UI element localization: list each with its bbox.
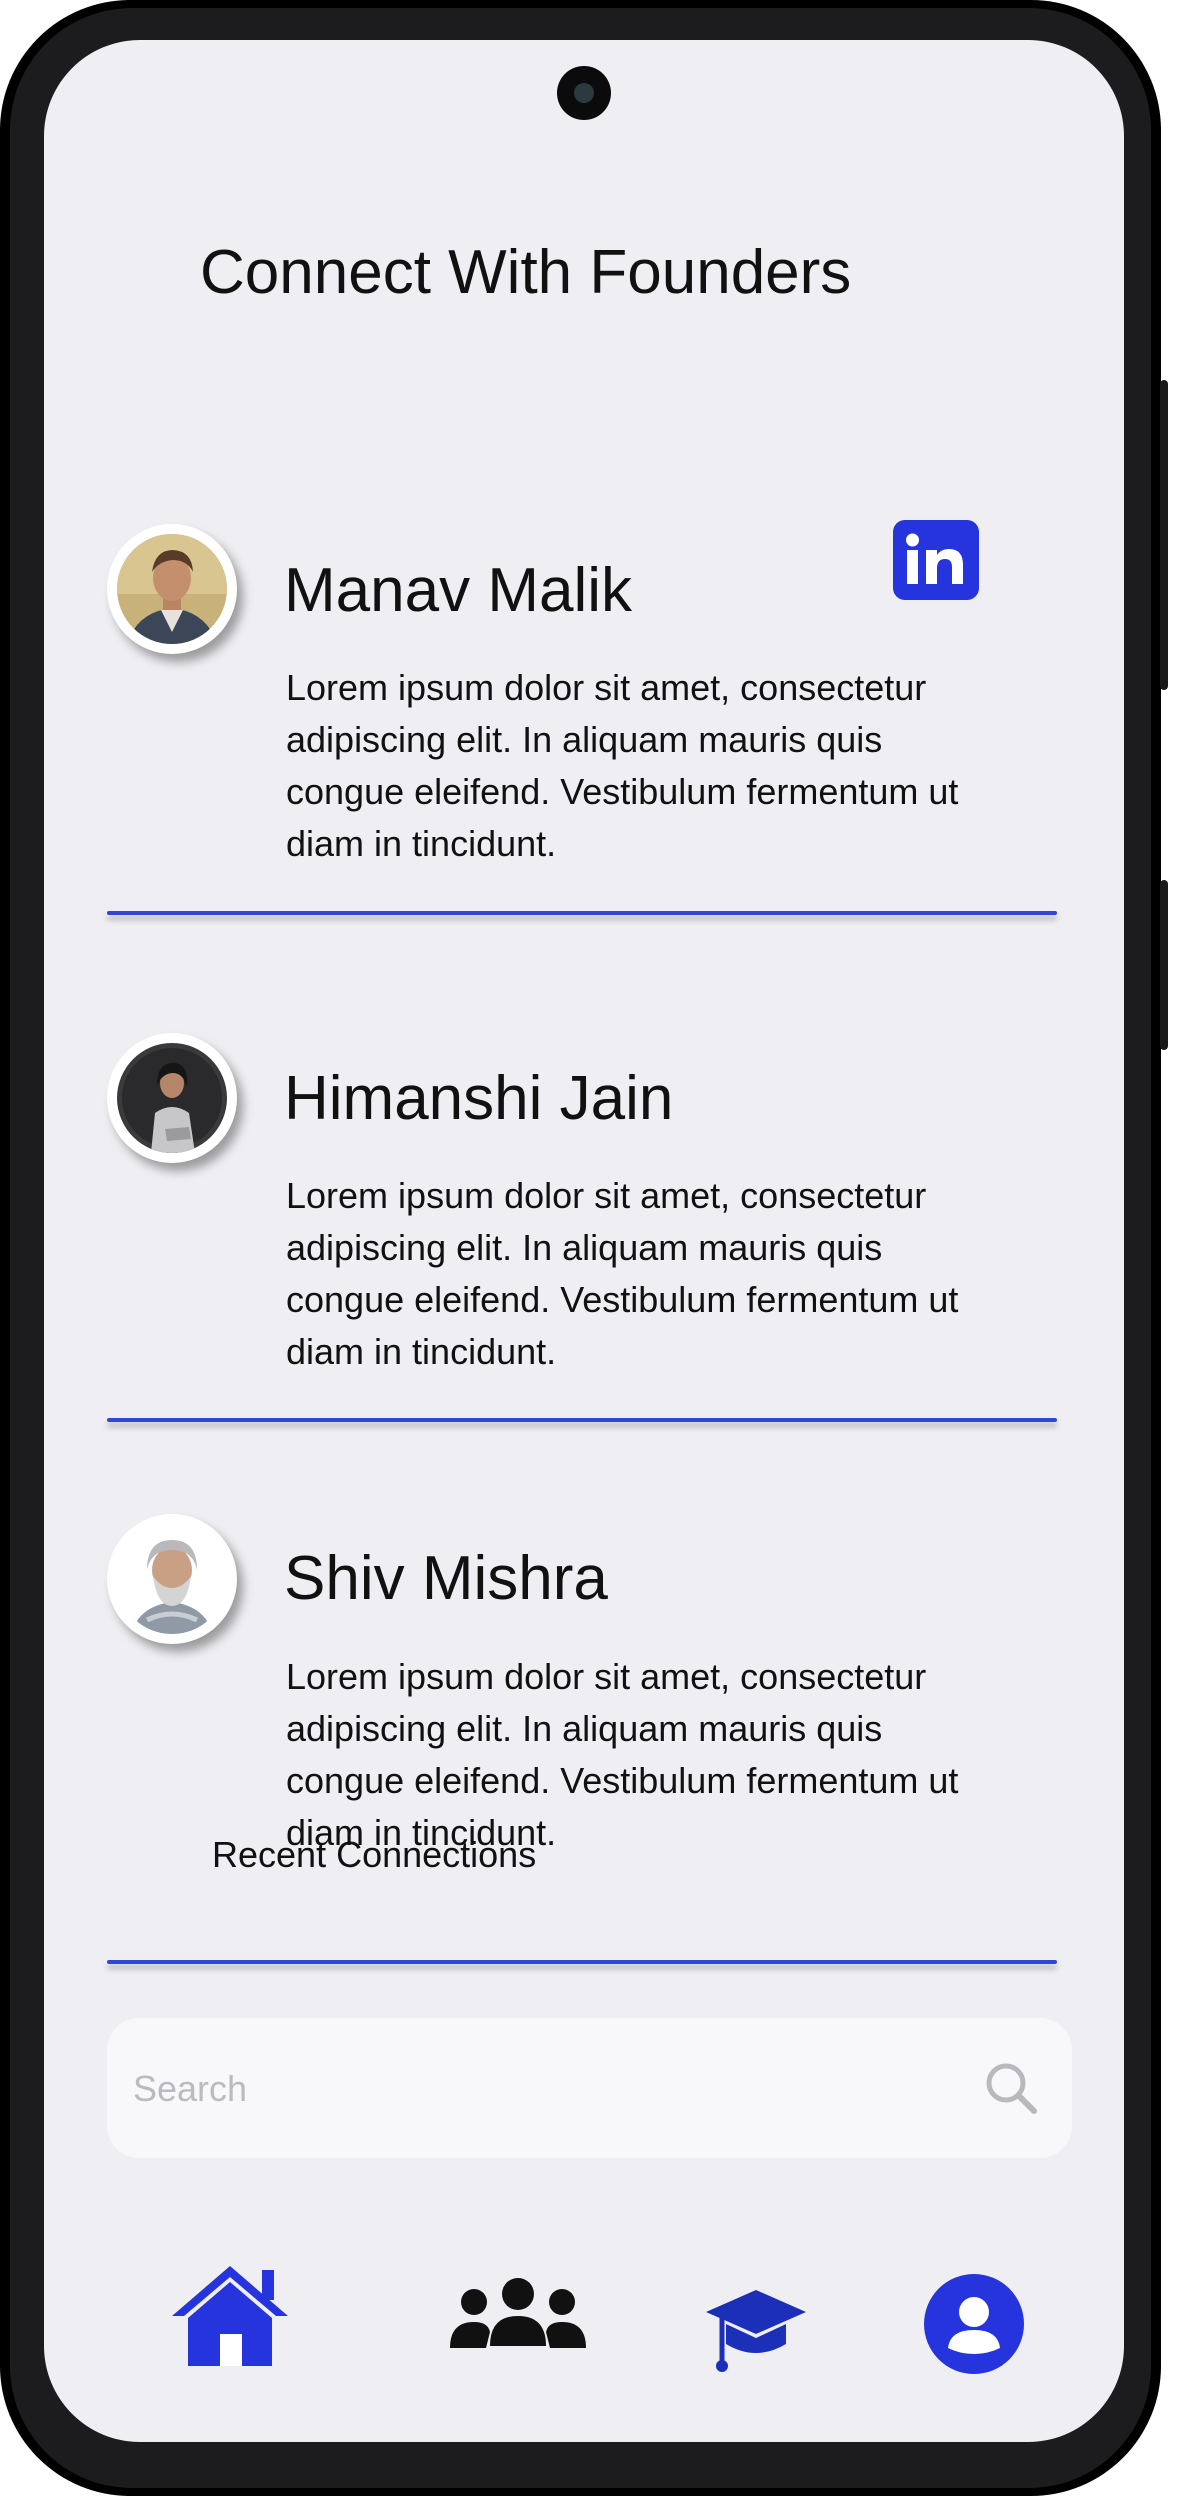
divider xyxy=(107,911,1057,915)
recent-connections-label: Recent Connections xyxy=(212,1834,537,1875)
home-icon xyxy=(172,2266,288,2366)
founder-photo-shiv xyxy=(117,1524,227,1634)
avatar[interactable] xyxy=(107,524,237,654)
search-bar xyxy=(107,2018,1072,2158)
founder-name: Shiv Mishra xyxy=(284,1544,608,1613)
divider xyxy=(107,1418,1057,1422)
search-input[interactable] xyxy=(131,2052,935,2126)
people-icon xyxy=(450,2278,586,2348)
avatar[interactable] xyxy=(107,1033,237,1163)
founder-photo-himanshi xyxy=(117,1043,227,1153)
nav-home[interactable] xyxy=(168,2260,292,2372)
graduation-cap-icon xyxy=(706,2290,806,2372)
founder-name: Manav Malik xyxy=(284,556,632,625)
nav-profile[interactable] xyxy=(924,2274,1024,2374)
founder-photo-manav xyxy=(117,534,227,644)
avatar[interactable] xyxy=(107,1514,237,1644)
divider xyxy=(107,1960,1057,1964)
profile-icon xyxy=(924,2274,1024,2374)
front-camera xyxy=(557,66,611,120)
search-icon[interactable] xyxy=(983,2060,1039,2116)
founder-bio: Lorem ipsum dolor sit amet, consectetur … xyxy=(286,667,959,864)
page-title: Connect With Founders xyxy=(200,238,852,307)
founder-name: Himanshi Jain xyxy=(284,1064,674,1133)
linkedin-button[interactable] xyxy=(893,520,979,600)
nav-learn[interactable] xyxy=(704,2284,808,2380)
linkedin-icon xyxy=(906,533,963,584)
power-button xyxy=(1160,380,1168,690)
founder-bio: Lorem ipsum dolor sit amet, consectetur … xyxy=(286,1656,959,1853)
founder-bio: Lorem ipsum dolor sit amet, consectetur … xyxy=(286,1175,959,1372)
app-screen: Connect With Founders Manav Malik Lorem … xyxy=(44,40,1124,2442)
nav-people[interactable] xyxy=(444,2276,592,2358)
volume-button xyxy=(1160,880,1168,1050)
